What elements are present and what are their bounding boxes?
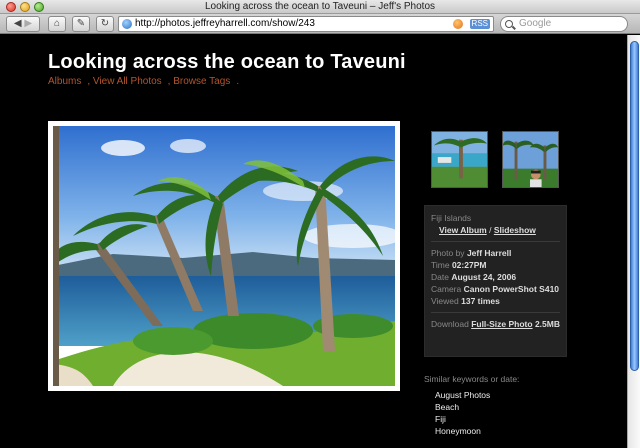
person-palms-thumbnail	[503, 132, 558, 187]
nav-albums-link[interactable]: Albums	[48, 76, 81, 87]
viewed-label: Viewed	[431, 296, 459, 306]
photo-by-value: Jeff Harrell	[466, 248, 512, 258]
site-favicon-icon	[453, 19, 463, 29]
download-label: Download	[431, 319, 469, 329]
beach-palm-photo	[53, 126, 395, 386]
camera-value: Canon PowerShot S410	[463, 284, 560, 294]
rss-button[interactable]: RSS	[469, 19, 490, 29]
link-separator: /	[489, 225, 492, 235]
back-arrow-icon[interactable]: ◀	[14, 18, 22, 29]
window-titlebar: Looking across the ocean to Taveuni – Je…	[0, 0, 640, 14]
date-value: August 24, 2006	[451, 272, 517, 282]
address-url: http://photos.jeffreyharrell.com/show/24…	[135, 18, 315, 29]
photo-by-label: Photo by	[431, 248, 465, 258]
full-size-photo-link[interactable]: Full-Size Photo	[471, 319, 532, 329]
minimize-window-button[interactable]	[20, 2, 30, 12]
divider	[431, 241, 560, 242]
forward-arrow-icon[interactable]: ▶	[24, 18, 32, 29]
camera-label: Camera	[431, 284, 462, 294]
photo-info-panel: Fiji Islands View Album / Slideshow Phot…	[424, 205, 567, 357]
search-input[interactable]: Google	[500, 16, 628, 32]
list-item[interactable]: August Photos	[435, 389, 490, 401]
close-window-button[interactable]	[6, 2, 16, 12]
scrollbar-thumb[interactable]	[630, 41, 639, 371]
pool-resort-thumbnail	[432, 132, 487, 187]
edit-button[interactable]: ✎	[72, 16, 90, 32]
nav-all-photos-link[interactable]: View All Photos	[93, 76, 162, 87]
similar-keywords-list: August Photos Beach Fiji Honeymoon	[435, 389, 490, 437]
search-icon	[505, 20, 513, 28]
pencil-icon: ✎	[76, 18, 86, 29]
viewed-value: 137 times	[461, 296, 500, 306]
view-album-link[interactable]: View Album	[439, 225, 487, 235]
search-placeholder: Google	[519, 18, 552, 29]
thumbnail-next[interactable]	[502, 131, 559, 188]
time-label: Time	[431, 260, 450, 270]
reload-icon: ↻	[100, 18, 110, 29]
globe-icon	[122, 19, 132, 29]
list-item[interactable]: Honeymoon	[435, 425, 490, 437]
nav-browse-tags-link[interactable]: Browse Tags	[173, 76, 230, 87]
list-item[interactable]: Fiji	[435, 413, 490, 425]
album-name: Fiji Islands	[431, 213, 472, 223]
reload-button[interactable]: ↻	[96, 16, 114, 32]
slideshow-link[interactable]: Slideshow	[494, 225, 536, 235]
thumbnail-previous[interactable]	[431, 131, 488, 188]
address-bar[interactable]: http://photos.jeffreyharrell.com/show/24…	[118, 16, 494, 32]
similar-keywords-heading: Similar keywords or date:	[424, 374, 520, 384]
divider	[431, 312, 560, 313]
list-item[interactable]: Beach	[435, 401, 490, 413]
main-photo[interactable]	[48, 121, 400, 391]
vertical-scrollbar[interactable]	[627, 35, 640, 448]
time-value: 02:27PM	[451, 260, 487, 270]
zoom-window-button[interactable]	[34, 2, 44, 12]
page-title: Looking across the ocean to Taveuni	[48, 51, 406, 73]
page-content: Looking across the ocean to Taveuni Albu…	[0, 35, 627, 448]
window-title: Looking across the ocean to Taveuni – Je…	[204, 1, 436, 12]
breadcrumb-nav: Albums, View All Photos, Browse Tags.	[48, 76, 240, 87]
back-forward-buttons[interactable]: ◀ ▶	[6, 16, 40, 32]
download-size: 2.5MB	[534, 319, 560, 329]
home-button[interactable]: ⌂	[48, 16, 66, 32]
browser-toolbar: ◀ ▶ ⌂ ✎ ↻ http://photos.jeffreyharrell.c…	[0, 14, 640, 34]
home-icon: ⌂	[53, 18, 61, 29]
date-label: Date	[431, 272, 449, 282]
